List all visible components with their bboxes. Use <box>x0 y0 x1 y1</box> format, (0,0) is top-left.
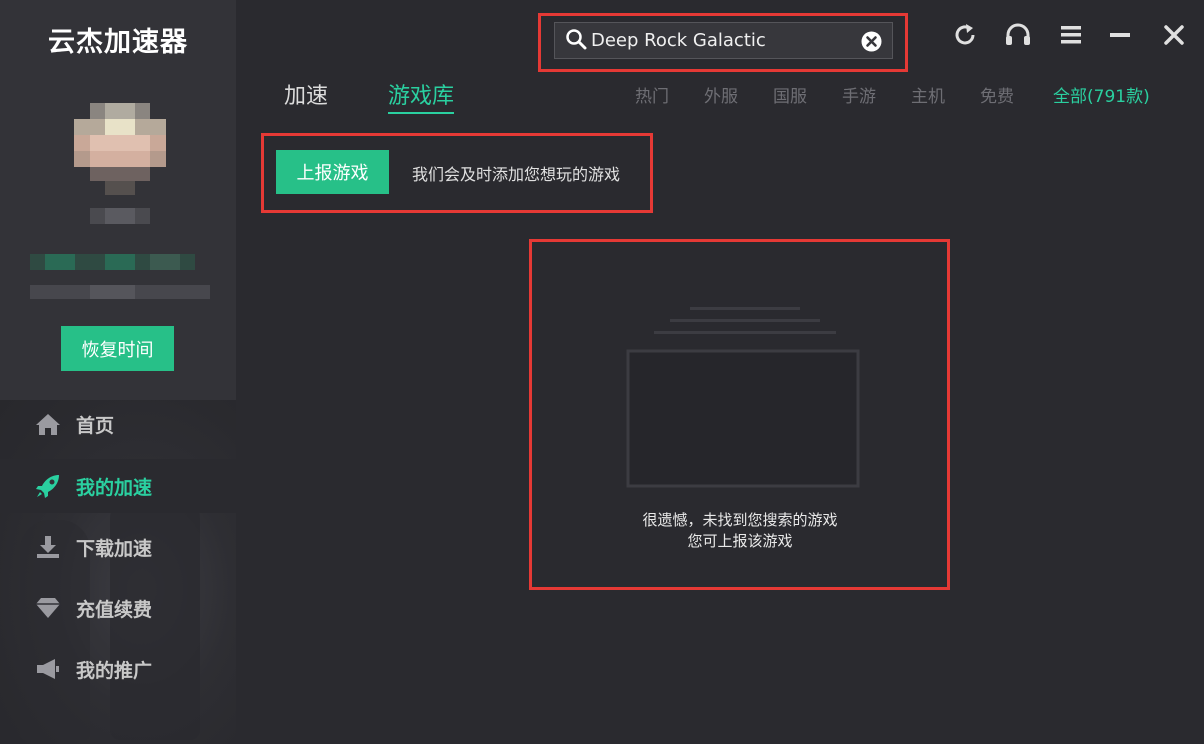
restore-time-button[interactable]: 恢复时间 <box>61 326 174 371</box>
sidebar-item-home[interactable]: 首页 <box>0 397 236 451</box>
download-icon <box>34 533 62 561</box>
search-icon <box>565 28 587 54</box>
sidebar-item-label: 首页 <box>76 414 115 437</box>
username-redacted <box>30 208 210 300</box>
minimize-button[interactable] <box>1105 22 1135 52</box>
menu-icon <box>1059 24 1083 50</box>
report-game-button[interactable]: 上报游戏 <box>276 150 389 194</box>
minimize-icon <box>1108 23 1132 51</box>
sidebar-item-label: 我的加速 <box>76 476 153 499</box>
filter-all[interactable]: 全部(791款) <box>1053 82 1150 107</box>
refresh-icon <box>953 23 977 51</box>
close-icon <box>1163 24 1185 50</box>
search-input[interactable] <box>591 30 853 51</box>
avatar[interactable] <box>74 103 166 195</box>
filter-console[interactable]: 主机 <box>911 82 945 107</box>
filter-popular[interactable]: 热门 <box>635 82 669 107</box>
report-hint-text: 我们会及时添加您想玩的游戏 <box>412 165 621 184</box>
app-logo: 云杰加速器 <box>48 27 188 58</box>
sidebar-item-label: 充值续费 <box>76 598 153 621</box>
support-button[interactable] <box>1003 22 1033 52</box>
clear-search-icon[interactable] <box>861 31 882 56</box>
filter-foreign-server[interactable]: 外服 <box>704 82 738 107</box>
sidebar-item-recharge[interactable]: 充值续费 <box>0 581 236 635</box>
home-icon <box>34 410 62 438</box>
empty-state-message: 很遗憾，未找到您搜索的游戏 <box>642 511 838 529</box>
search-bar <box>554 22 893 59</box>
diamond-icon <box>34 594 62 622</box>
sidebar: 云杰加速器 恢复时间 首页 我的加速 下载加速 充值续费 我的推广 <box>0 0 236 744</box>
refresh-button[interactable] <box>950 22 980 52</box>
tab-accelerate[interactable]: 加速 <box>284 78 328 110</box>
sidebar-item-my-acceleration[interactable]: 我的加速 <box>0 459 236 513</box>
close-button[interactable] <box>1159 22 1189 52</box>
sidebar-item-promotion[interactable]: 我的推广 <box>0 642 236 696</box>
tab-game-library[interactable]: 游戏库 <box>388 78 455 114</box>
megaphone-icon <box>34 655 62 683</box>
sidebar-item-download[interactable]: 下载加速 <box>0 520 236 574</box>
menu-button[interactable] <box>1056 22 1086 52</box>
empty-state-submessage: 您可上报该游戏 <box>687 532 793 550</box>
sidebar-item-label: 下载加速 <box>76 537 153 560</box>
filter-mobile-games[interactable]: 手游 <box>842 82 876 107</box>
sidebar-item-label: 我的推广 <box>76 659 153 682</box>
headset-icon <box>1005 23 1031 51</box>
filter-free[interactable]: 免费 <box>980 82 1014 107</box>
rocket-icon <box>34 472 62 500</box>
filter-domestic-server[interactable]: 国服 <box>773 82 807 107</box>
